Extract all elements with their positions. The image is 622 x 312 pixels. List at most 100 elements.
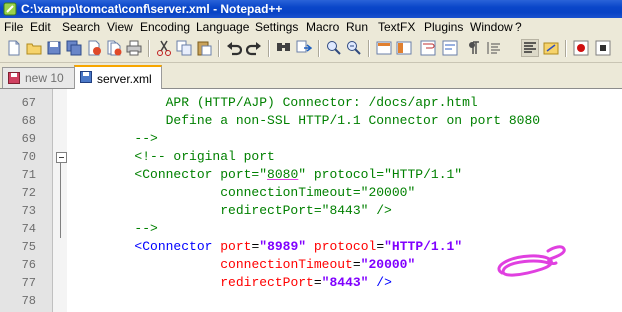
close-all-icon[interactable] <box>106 40 122 56</box>
menu-file[interactable]: File <box>4 20 23 34</box>
code-token: connectionTimeout <box>220 257 353 272</box>
line-number: 72 <box>21 186 36 200</box>
tab-label: server.xml <box>97 72 152 86</box>
doc-map-icon[interactable] <box>486 40 502 56</box>
sync-v-icon[interactable] <box>376 40 392 56</box>
menu-plugins[interactable]: Plugins <box>424 20 463 34</box>
window-title: C:\xampp\tomcat\conf\server.xml - Notepa… <box>21 2 283 16</box>
code-token: = <box>313 275 322 290</box>
code-token: = <box>376 239 385 254</box>
undo-icon[interactable] <box>226 40 242 56</box>
menu-encoding[interactable]: Encoding <box>140 20 190 34</box>
code-token: "8989" <box>259 239 307 254</box>
line-number: 74 <box>21 222 36 236</box>
title-bar: C:\xampp\tomcat\conf\server.xml - Notepa… <box>0 0 622 18</box>
code-token: "20000" <box>360 257 416 272</box>
line-number: 70 <box>21 150 36 164</box>
indent-guide-icon[interactable] <box>466 40 482 56</box>
fold-toggle-icon[interactable] <box>56 152 67 163</box>
wrap-icon[interactable] <box>420 40 436 56</box>
code-line: connectionTimeout="20000" <box>72 184 415 202</box>
code-line: --> <box>72 220 158 238</box>
redo-icon[interactable] <box>246 40 262 56</box>
code-token: port <box>220 239 252 254</box>
code-token: /> <box>368 275 392 290</box>
line-number: 69 <box>21 132 36 146</box>
show-all-chars-icon[interactable] <box>442 40 458 56</box>
line-number: 73 <box>21 204 36 218</box>
copy-icon[interactable] <box>176 40 192 56</box>
code-token: = <box>352 257 361 272</box>
save-icon[interactable] <box>46 40 62 56</box>
line-number: 77 <box>21 276 36 290</box>
zoom-out-icon[interactable] <box>346 40 362 56</box>
zoom-in-icon[interactable] <box>326 40 342 56</box>
code-line: --> <box>72 130 158 148</box>
pen-annotation <box>497 245 566 277</box>
cut-icon[interactable] <box>156 40 172 56</box>
code-token: <Connector port=" <box>72 167 268 182</box>
code-line: Define a non-SSL HTTP/1.1 Connector on p… <box>72 112 540 130</box>
code-token: redirectPort="8443" /> <box>72 203 392 218</box>
menu-bar: File Edit Search View Encoding Language … <box>0 18 622 36</box>
menu-view[interactable]: View <box>107 20 133 34</box>
menu-textfx[interactable]: TextFX <box>378 20 415 34</box>
code-line: redirectPort="8443" /> <box>72 274 392 292</box>
menu-language[interactable]: Language <box>196 20 249 34</box>
tab-bar: new 10 server.xml <box>0 63 622 90</box>
menu-search[interactable]: Search <box>62 20 100 34</box>
notepad-plus-plus-icon <box>3 2 17 16</box>
menu-window[interactable]: Window <box>470 20 513 34</box>
new-icon[interactable] <box>6 40 22 56</box>
text-editor[interactable]: 67 APR (HTTP/AJP) Connector: /docs/apr.h… <box>0 89 622 312</box>
folder-workspace-icon[interactable] <box>543 40 559 56</box>
code-token: --> <box>72 131 158 146</box>
find-icon[interactable] <box>276 40 292 56</box>
code-token: "HTTP/1.1" <box>384 239 463 254</box>
line-number: 67 <box>21 96 36 110</box>
code-token: <Connector <box>72 239 221 254</box>
line-number: 71 <box>21 168 36 182</box>
code-token: connectionTimeout="20000" <box>72 185 416 200</box>
replace-icon[interactable] <box>296 40 312 56</box>
save-all-icon[interactable] <box>66 40 82 56</box>
code-token: Define a non-SSL HTTP/1.1 Connector on p… <box>72 113 541 128</box>
function-list-icon[interactable] <box>521 39 539 57</box>
stop-record-icon[interactable] <box>595 40 611 56</box>
record-macro-icon[interactable] <box>573 40 589 56</box>
code-line: connectionTimeout="20000" <box>72 256 415 274</box>
tab-server-xml[interactable]: server.xml <box>74 65 162 90</box>
sync-h-icon[interactable] <box>396 40 412 56</box>
menu-settings[interactable]: Settings <box>255 20 298 34</box>
menu-macro[interactable]: Macro <box>306 20 339 34</box>
code-token: " protocol="HTTP/1.1" <box>298 167 463 182</box>
line-number: 68 <box>21 114 36 128</box>
code-token: 8080 <box>267 167 299 182</box>
code-line: redirectPort="8443" /> <box>72 202 392 220</box>
close-icon[interactable] <box>86 40 102 56</box>
menu-run[interactable]: Run <box>346 20 368 34</box>
print-icon[interactable] <box>126 40 142 56</box>
paste-icon[interactable] <box>196 40 212 56</box>
code-token: <!-- original port <box>72 149 275 164</box>
code-token: redirectPort <box>220 275 314 290</box>
open-icon[interactable] <box>26 40 42 56</box>
code-line: <Connector port="8989" protocol="HTTP/1.… <box>72 238 462 256</box>
code-token: APR (HTTP/AJP) Connector: /docs/apr.html <box>72 95 478 110</box>
toolbar <box>0 36 622 63</box>
saved-file-icon <box>80 71 92 83</box>
code-token: "8443" <box>321 275 369 290</box>
menu-help[interactable]: ? <box>515 20 522 34</box>
code-token: --> <box>72 221 158 236</box>
unsaved-file-icon <box>8 72 20 84</box>
menu-edit[interactable]: Edit <box>30 20 51 34</box>
code-line: <Connector port="8080" protocol="HTTP/1.… <box>72 166 462 184</box>
line-number: 76 <box>21 258 36 272</box>
tab-label: new 10 <box>25 71 64 85</box>
code-line: <!-- original port <box>72 148 275 166</box>
line-number: 78 <box>21 294 36 308</box>
code-token: protocol <box>313 239 377 254</box>
